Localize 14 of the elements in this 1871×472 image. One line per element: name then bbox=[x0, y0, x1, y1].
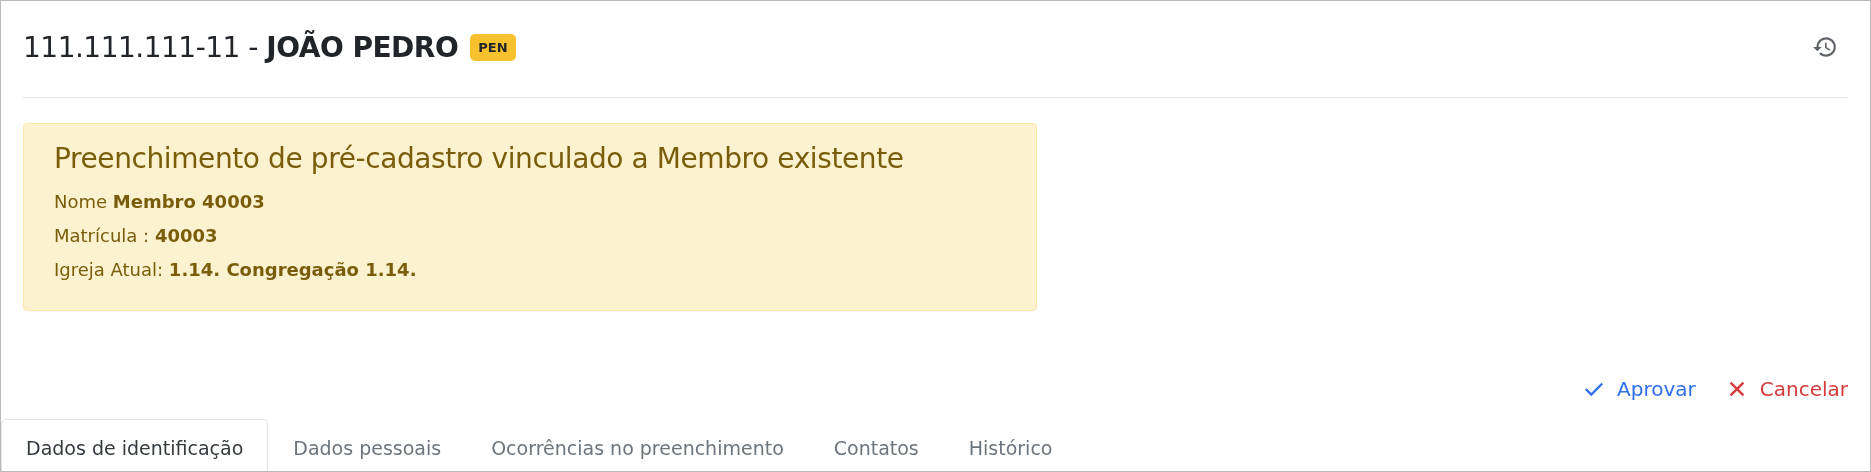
alert-text: Matrícula : 40003 bbox=[54, 224, 219, 248]
status-badge: PEN bbox=[470, 33, 516, 61]
approve-link[interactable]: Aprovar bbox=[1583, 373, 1696, 405]
alert-title: Preenchimento de pré-cadastro vinculado a Membro existente bbox=[54, 142, 905, 175]
tab[interactable]: Histórico bbox=[943, 419, 1078, 471]
tab[interactable]: Ocorrências no preenchimento bbox=[466, 419, 809, 471]
tab[interactable]: Dados de identificação bbox=[1, 419, 269, 471]
tab[interactable]: Dados pessoais bbox=[268, 419, 467, 471]
page-title: 111.111.111-11 - JOÃO PEDRO bbox=[23, 30, 459, 64]
alert-text: Igreja Atual: 1.14. Congregação 1.14. bbox=[54, 258, 418, 282]
alert-text: Nome Membro 40003 bbox=[54, 190, 266, 214]
cancel-link[interactable]: Cancelar bbox=[1725, 373, 1848, 405]
tab[interactable]: Contatos bbox=[808, 419, 944, 471]
history-icon[interactable] bbox=[1812, 34, 1838, 60]
